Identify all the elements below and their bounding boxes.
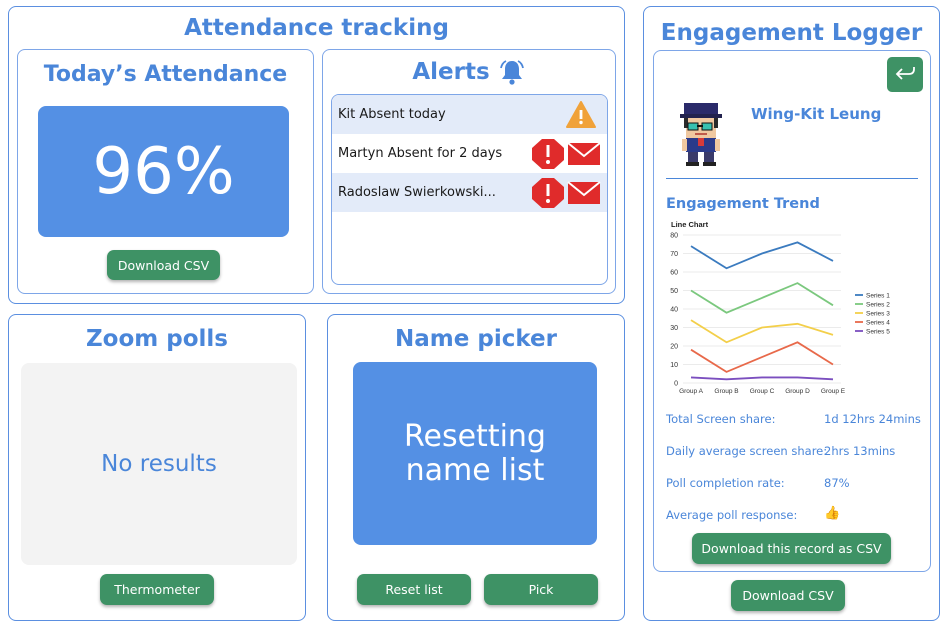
todays-attendance-title: Today’s Attendance — [43, 62, 288, 87]
y-tick-label: 80 — [670, 233, 678, 240]
no-results-text: No results — [101, 451, 217, 477]
thumbs-up-icon: 👍 — [824, 506, 841, 521]
back-button[interactable] — [887, 57, 923, 92]
legend-label: Series 3 — [866, 310, 890, 317]
series-line — [690, 376, 834, 381]
student-record-card: Wing-Kit Leung Engagement Trend Line Cha… — [653, 50, 931, 572]
envelope-icon[interactable] — [567, 180, 601, 205]
series-line — [690, 341, 834, 373]
download-csv-button[interactable]: Download CSV — [107, 250, 220, 280]
alert-text: Martyn Absent for 2 days — [338, 146, 503, 161]
legend-label: Series 4 — [866, 319, 890, 326]
stat-label-daily-average: Daily average screen share: — [666, 444, 828, 458]
error-octagon-icon — [532, 138, 564, 169]
engagement-logger-panel: Engagement Logger Wing-Kit Leung Engagem… — [643, 6, 940, 621]
series-line — [690, 241, 834, 270]
todays-attendance-card: Today’s Attendance 96% Download CSV — [17, 49, 314, 294]
y-tick-label: 20 — [670, 344, 678, 351]
alert-text: Kit Absent today — [338, 107, 446, 122]
stat-value-poll-completion: 87% — [824, 476, 850, 490]
thermometer-button[interactable]: Thermometer — [100, 574, 214, 605]
series-line — [690, 319, 834, 344]
x-tick-label: Group B — [714, 388, 738, 395]
stat-label-total-screen-share: Total Screen share: — [666, 412, 776, 426]
legend-label: Series 5 — [866, 328, 890, 335]
name-picker-display: Resetting name list — [353, 362, 597, 545]
attendance-percentage: 96% — [38, 106, 289, 237]
y-tick-label: 50 — [670, 288, 678, 295]
envelope-icon[interactable] — [567, 141, 601, 166]
engagement-logger-title: Engagement Logger — [660, 20, 923, 46]
attendance-panel: Attendance tracking Today’s Attendance 9… — [8, 6, 625, 304]
attendance-title: Attendance tracking — [184, 15, 449, 41]
y-tick-label: 0 — [674, 381, 678, 388]
attendance-percentage-value: 96% — [92, 134, 235, 209]
y-tick-label: 40 — [670, 307, 678, 314]
y-tick-label: 10 — [670, 362, 678, 369]
warning-triangle-icon — [566, 100, 596, 128]
alert-text: Radoslaw Swierkowski... — [338, 185, 496, 200]
zoom-polls-panel: Zoom polls No results Thermometer — [8, 314, 306, 621]
alert-item[interactable]: Martyn Absent for 2 days — [332, 134, 607, 173]
name-picker-status: Resetting name list — [404, 418, 546, 488]
download-record-button[interactable]: Download this record as CSV — [692, 533, 891, 564]
y-tick-label: 30 — [670, 325, 678, 332]
alerts-list: Kit Absent today Martyn Absent for 2 day… — [331, 94, 608, 285]
stat-value-total-screen-share: 1d 12hrs 24mins — [824, 412, 921, 426]
reset-list-button[interactable]: Reset list — [357, 574, 471, 605]
legend-label: Series 1 — [866, 292, 890, 299]
engagement-trend-title: Engagement Trend — [666, 196, 820, 212]
engagement-download-csv-button[interactable]: Download CSV — [731, 580, 845, 611]
poll-results-area: No results — [21, 363, 297, 565]
series-line — [690, 282, 834, 314]
engagement-trend-chart: Line Chart 0 10 20 30 40 50 60 70 80 Group A Group … — [670, 220, 890, 395]
return-arrow-icon — [895, 66, 915, 80]
y-tick-label: 70 — [670, 251, 678, 258]
avatar — [680, 103, 722, 166]
name-picker-title: Name picker — [395, 326, 557, 352]
pick-button[interactable]: Pick — [484, 574, 598, 605]
alerts-card: Alerts Kit Absent today Martyn Absent fo… — [322, 49, 616, 294]
alerts-header: Alerts — [323, 58, 615, 86]
alerts-title: Alerts — [412, 59, 490, 85]
y-tick-label: 60 — [670, 270, 678, 277]
alert-item[interactable]: Kit Absent today — [332, 95, 607, 134]
zoom-polls-title: Zoom polls — [86, 326, 228, 352]
error-octagon-icon — [532, 177, 564, 208]
chart-title: Line Chart — [671, 220, 709, 229]
divider — [666, 178, 918, 179]
student-name: Wing-Kit Leung — [751, 105, 882, 123]
legend-label: Series 2 — [866, 301, 890, 308]
alert-item[interactable]: Radoslaw Swierkowski... — [332, 173, 607, 212]
name-picker-panel: Name picker Resetting name list Reset li… — [327, 314, 625, 621]
x-tick-label: Group D — [785, 388, 810, 395]
x-tick-label: Group E — [821, 388, 846, 395]
stat-label-average-poll-response: Average poll response: — [666, 508, 798, 522]
bell-icon — [499, 60, 524, 85]
stat-label-poll-completion: Poll completion rate: — [666, 476, 785, 490]
x-tick-label: Group A — [679, 388, 704, 395]
x-tick-label: Group C — [750, 388, 775, 395]
stat-value-daily-average: 2hrs 13mins — [824, 444, 896, 458]
